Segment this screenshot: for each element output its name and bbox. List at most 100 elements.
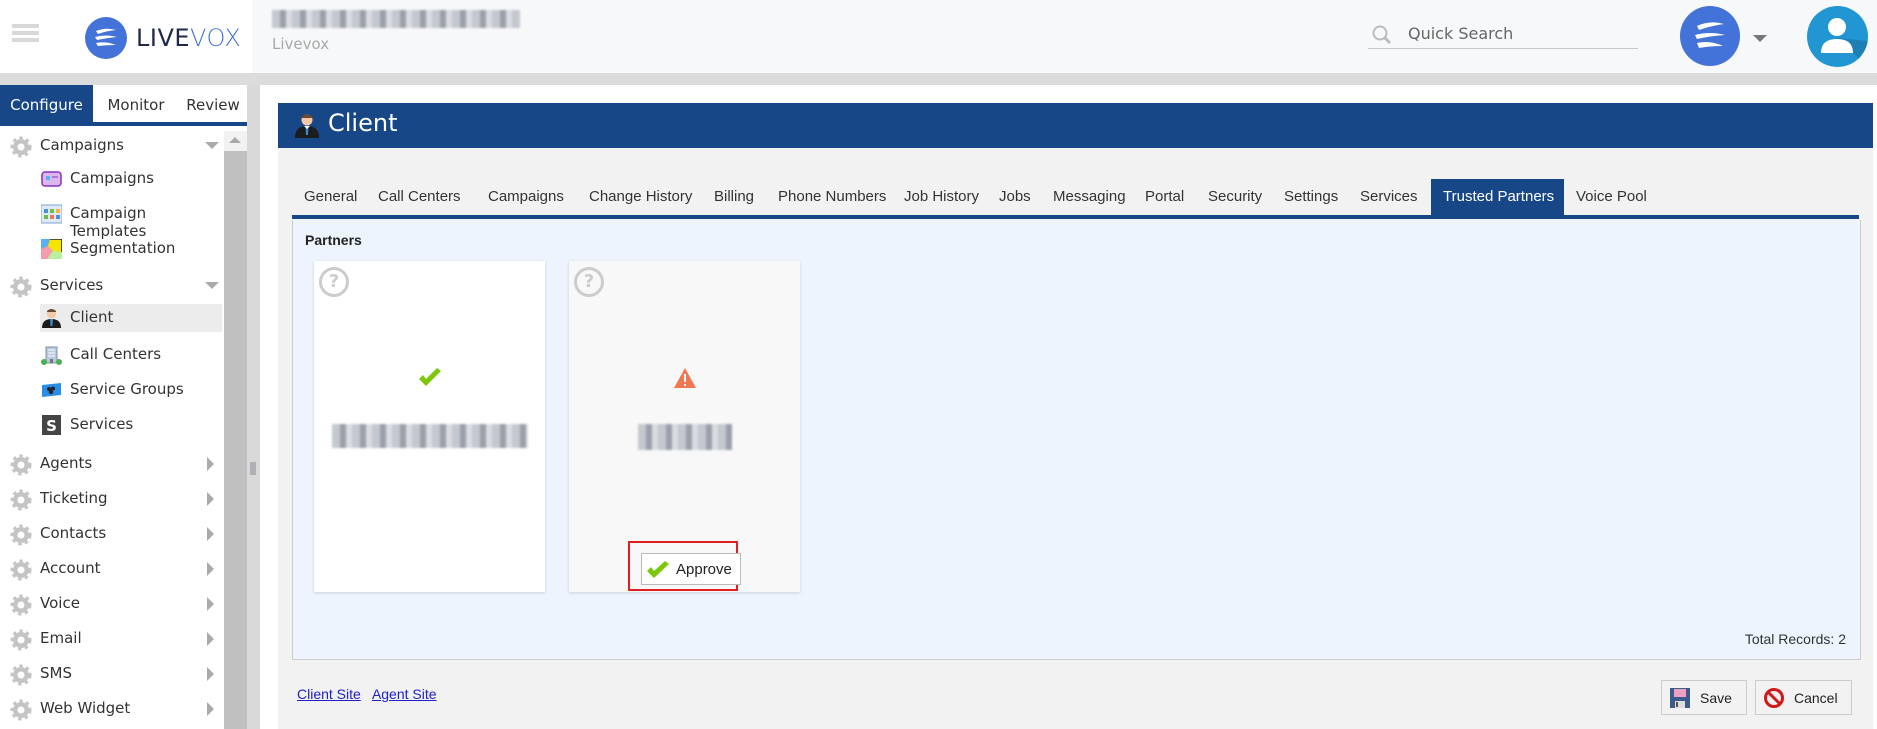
agent-site-link[interactable]: Agent Site <box>372 686 437 702</box>
chevron-right-icon <box>207 702 214 716</box>
approve-highlight: Approve <box>628 541 741 591</box>
sidebar-item-campaign-templates[interactable]: Campaign Templates <box>40 200 222 240</box>
tab-monitor[interactable]: Monitor <box>93 85 179 122</box>
top-divider <box>0 73 1877 85</box>
approve-button[interactable]: Approve <box>641 553 741 585</box>
page-title: Client <box>328 109 398 137</box>
sidebar-scrollbar[interactable] <box>224 131 247 729</box>
tab-portal[interactable]: Portal <box>1133 179 1196 215</box>
chevron-right-icon <box>207 527 214 541</box>
sidebar-group-label: Campaigns <box>40 136 125 154</box>
hamburger-menu-icon[interactable] <box>12 24 39 44</box>
sidebar-group-label: Agents <box>40 454 93 472</box>
brand-area: LIVEVOX <box>0 0 252 73</box>
site-links: Client Site Agent Site <box>297 686 445 702</box>
sidebar-group-label: Contacts <box>40 524 107 542</box>
chevron-right-icon <box>207 457 214 471</box>
gear-icon <box>10 699 32 725</box>
sidebar-group-sms[interactable]: SMS <box>0 659 222 689</box>
client-site-link[interactable]: Client Site <box>297 686 361 702</box>
sidebar-group-label: SMS <box>40 664 72 682</box>
sidebar-item-call-centers[interactable]: Call Centers <box>40 341 222 369</box>
section-title: Partners <box>305 232 362 248</box>
gear-icon <box>10 629 32 655</box>
sidebar-item-services[interactable]: S Services <box>40 411 222 439</box>
tab-jobs[interactable]: Jobs <box>987 179 1043 215</box>
sidebar-group-label: Ticketing <box>40 489 108 507</box>
total-records: Total Records: 2 <box>1744 631 1846 647</box>
help-icon[interactable]: ? <box>574 267 604 297</box>
tab-change-history[interactable]: Change History <box>577 179 704 215</box>
chevron-right-icon <box>207 562 214 576</box>
tab-call-centers[interactable]: Call Centers <box>366 179 473 215</box>
tab-security[interactable]: Security <box>1196 179 1274 215</box>
brand-menu-button[interactable] <box>1680 6 1740 66</box>
sidebar-group-label: Services <box>40 276 104 294</box>
sidebar-splitter[interactable] <box>247 85 260 729</box>
sidebar-item-service-groups[interactable]: Service Groups <box>40 376 222 404</box>
sidebar-group-email[interactable]: Email <box>0 624 222 654</box>
quick-search[interactable] <box>1368 22 1638 49</box>
checkmark-icon <box>646 560 670 584</box>
group-icon <box>41 380 62 400</box>
gear-icon <box>10 559 32 585</box>
chevron-right-icon <box>207 597 214 611</box>
save-button[interactable]: Save <box>1661 680 1747 715</box>
sidebar-group-contacts[interactable]: Contacts <box>0 519 222 549</box>
tab-trusted-partners[interactable]: Trusted Partners <box>1431 179 1564 215</box>
scroll-up-button[interactable] <box>224 131 247 151</box>
sidebar-item-label: Client <box>70 308 114 326</box>
gear-icon <box>10 454 32 480</box>
help-icon[interactable]: ? <box>319 267 349 297</box>
tab-voice-pool[interactable]: Voice Pool <box>1564 179 1659 215</box>
tab-review[interactable]: Review <box>179 85 247 122</box>
tab-settings[interactable]: Settings <box>1272 179 1350 215</box>
sidebar-group-web-widget[interactable]: Web Widget <box>0 694 222 724</box>
services-icon: S <box>41 415 62 435</box>
gear-icon <box>10 276 32 302</box>
template-icon <box>40 204 63 224</box>
cancel-icon <box>1763 687 1785 712</box>
brand-light: VOX <box>190 24 242 52</box>
sidebar-item-client[interactable]: Client <box>40 304 222 332</box>
tab-phone-numbers[interactable]: Phone Numbers <box>766 179 898 215</box>
redacted-page-title <box>272 10 520 28</box>
quick-search-input[interactable] <box>1408 24 1628 43</box>
sidebar-item-segmentation[interactable]: Segmentation <box>40 235 222 263</box>
partner-card[interactable]: ? <box>314 261 545 592</box>
svg-text:S: S <box>46 417 57 435</box>
sidebar-group-account[interactable]: Account <box>0 554 222 584</box>
chevron-down-icon[interactable] <box>1753 35 1767 42</box>
sidebar-item-label: Segmentation <box>70 239 176 257</box>
sidebar-group-agents[interactable]: Agents <box>0 449 222 479</box>
partner-name-redacted <box>314 424 545 452</box>
client-icon <box>294 112 320 142</box>
user-avatar[interactable] <box>1807 6 1868 67</box>
sidebar-item-campaigns[interactable]: Campaigns <box>40 165 222 193</box>
tab-services[interactable]: Services <box>1348 179 1430 215</box>
tab-campaigns[interactable]: Campaigns <box>476 179 576 215</box>
sidebar-group-voice[interactable]: Voice <box>0 589 222 619</box>
page-heading: Livevox <box>272 10 520 53</box>
sidebar-group-label: Account <box>40 559 101 577</box>
tab-billing[interactable]: Billing <box>702 179 766 215</box>
tab-configure[interactable]: Configure <box>0 85 93 122</box>
tab-job-history[interactable]: Job History <box>892 179 991 215</box>
partner-name-redacted <box>569 424 800 454</box>
livevox-logo-icon <box>85 17 127 59</box>
client-icon <box>41 308 62 328</box>
sidebar-group-ticketing[interactable]: Ticketing <box>0 484 222 514</box>
cancel-button[interactable]: Cancel <box>1755 680 1852 715</box>
sidebar-group-campaigns[interactable]: Campaigns <box>0 131 222 161</box>
top-bar: LIVEVOX Livevox <box>0 0 1877 73</box>
tab-general[interactable]: General <box>292 179 369 215</box>
sidebar-item-label: Call Centers <box>70 345 162 363</box>
page-header: Client <box>278 103 1873 148</box>
tab-messaging[interactable]: Messaging <box>1041 179 1138 215</box>
partner-card[interactable]: ? Approve <box>569 261 800 592</box>
building-icon <box>41 345 62 365</box>
chevron-right-icon <box>207 492 214 506</box>
splitter-grip-handle[interactable] <box>250 462 256 475</box>
chevron-down-icon <box>205 282 219 289</box>
sidebar-group-services[interactable]: Services <box>0 271 222 301</box>
